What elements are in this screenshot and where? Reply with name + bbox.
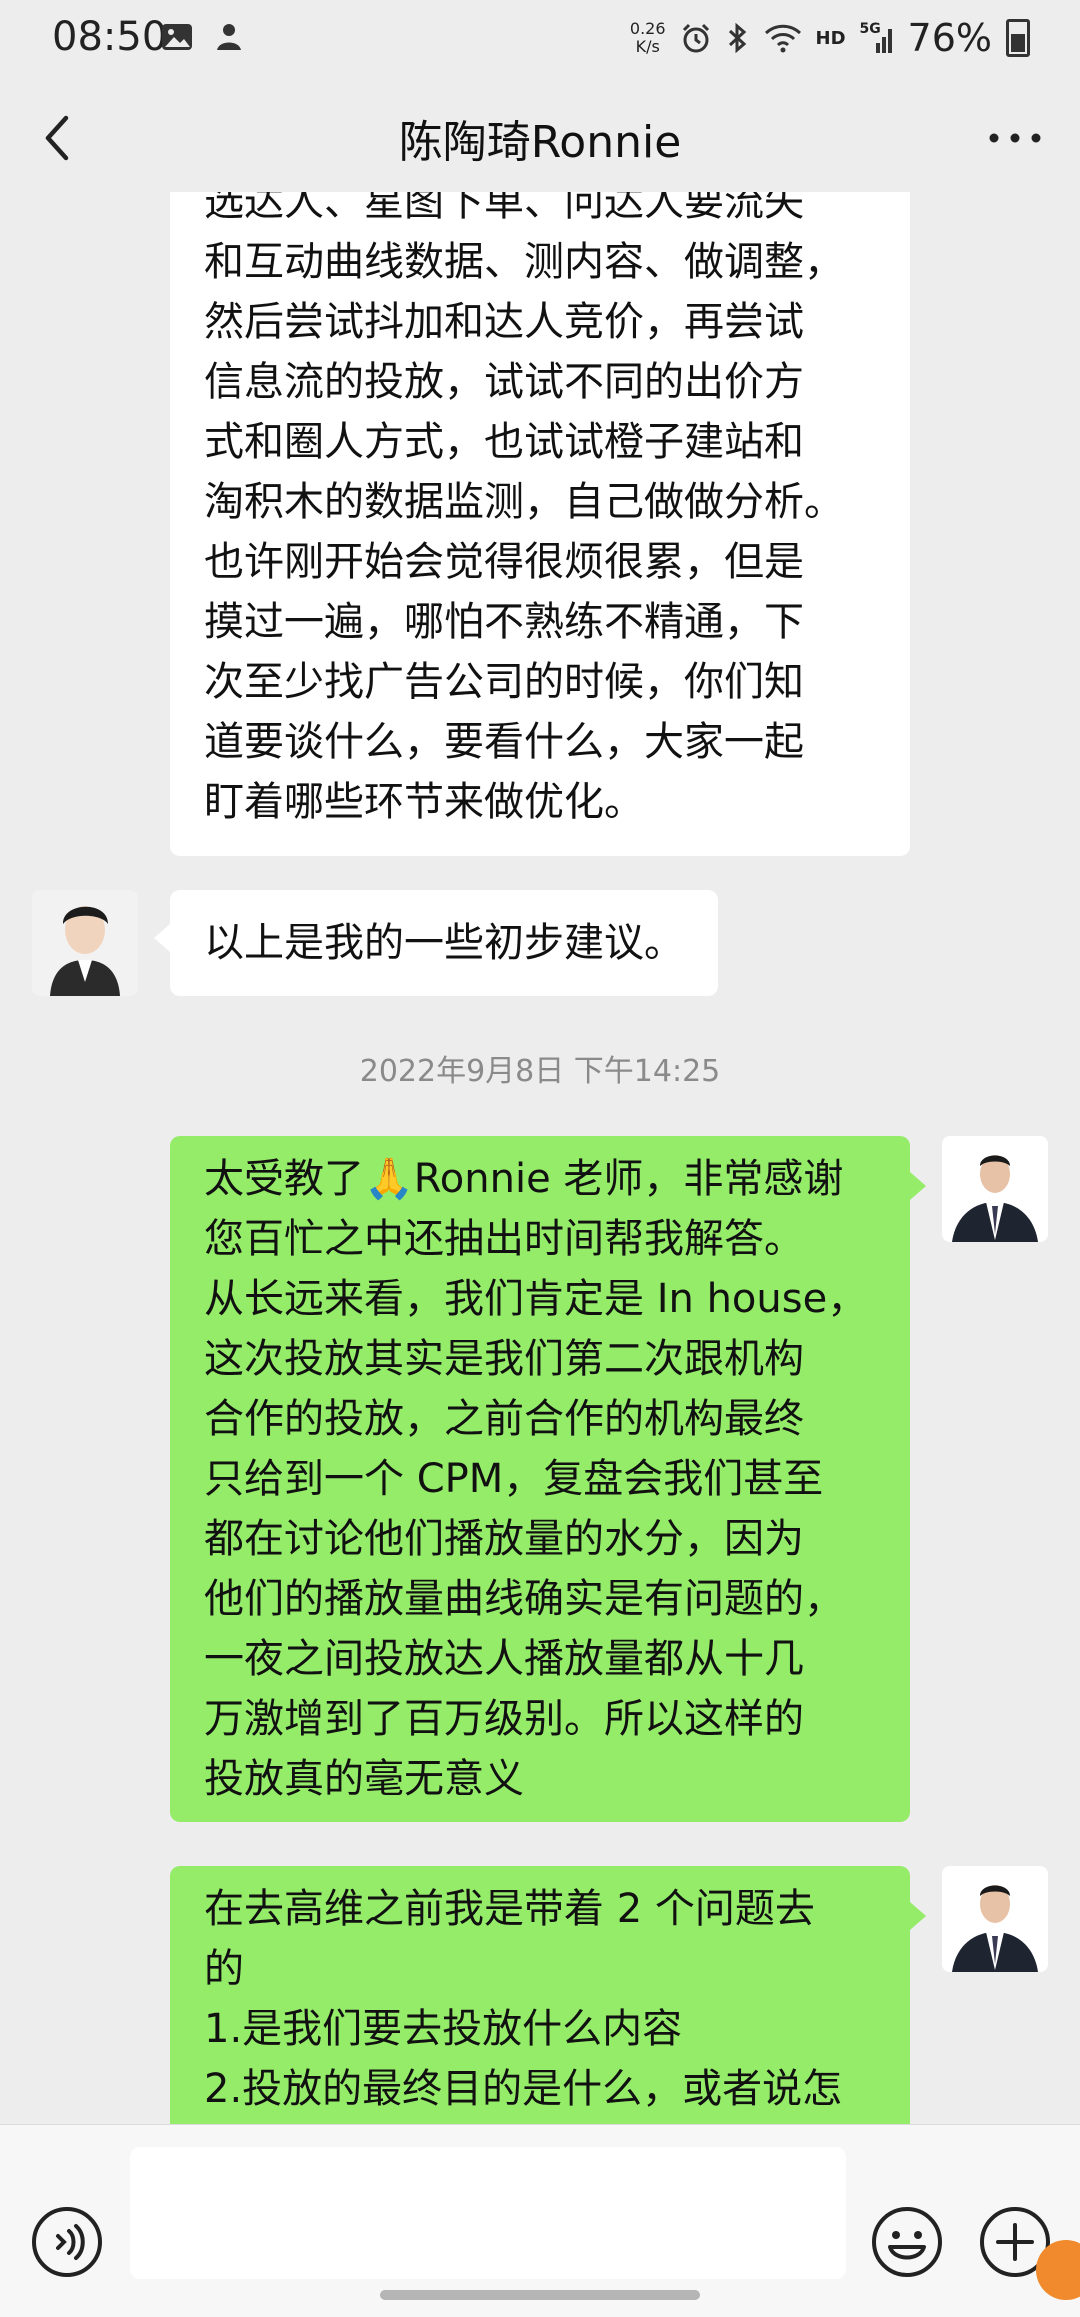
voice-button[interactable] (30, 2205, 104, 2279)
status-time: 08:50 (52, 14, 168, 60)
my-avatar[interactable] (942, 1136, 1048, 1242)
bubble-tail (910, 1902, 926, 1930)
incoming-message-bubble[interactable]: 以上是我的一些初步建议。 (170, 890, 718, 996)
bluetooth-icon (728, 22, 746, 54)
home-indicator[interactable] (380, 2290, 700, 2300)
app-notification-icon (217, 24, 241, 50)
gallery-icon (162, 24, 192, 50)
signal-icon: 5G (860, 21, 894, 55)
input-bar (0, 2124, 1080, 2317)
contact-avatar[interactable] (32, 890, 138, 996)
status-bar: 08:50 0.26 K/s HD 5G 76% (0, 0, 1080, 84)
emoji-button[interactable] (870, 2205, 944, 2279)
net-speed: 0.26 K/s (629, 19, 666, 56)
outgoing-message-bubble[interactable]: 在去高维之前我是带着 2 个问题去 的 1.是我们要去投放什么内容 2.投放的最… (170, 1866, 910, 2124)
chat-header: 陈陶琦Ronnie (0, 84, 1080, 192)
alarm-icon (682, 23, 709, 53)
battery-icon (1006, 19, 1030, 57)
voice-icon (32, 2207, 102, 2277)
more-button[interactable] (980, 108, 1050, 168)
battery-percent: 76% (907, 16, 992, 60)
chat-title: 陈陶琦Ronnie (398, 117, 682, 168)
hd-badge: HD (815, 27, 846, 49)
message-list[interactable]: 选达人、星图下单、问达人要流失 和互动曲线数据、测内容、做调整， 然后尝试抖加和… (0, 192, 1080, 2124)
message-input[interactable] (130, 2147, 846, 2279)
message-timestamp: 2022年9月8日 下午14:25 (359, 1054, 721, 1089)
bubble-tail (910, 1172, 926, 1200)
incoming-message-bubble[interactable]: 选达人、星图下单、问达人要流失 和互动曲线数据、测内容、做调整， 然后尝试抖加和… (170, 192, 910, 856)
my-avatar[interactable] (942, 1866, 1048, 1972)
outgoing-message-bubble[interactable]: 太受教了🙏Ronnie 老师，非常感谢 您百忙之中还抽出时间帮我解答。 从长远来… (170, 1136, 910, 1822)
emoji-icon (872, 2207, 942, 2277)
wifi-icon (764, 24, 801, 53)
more-horizontal-icon (989, 133, 1041, 143)
bubble-tail (154, 924, 170, 952)
